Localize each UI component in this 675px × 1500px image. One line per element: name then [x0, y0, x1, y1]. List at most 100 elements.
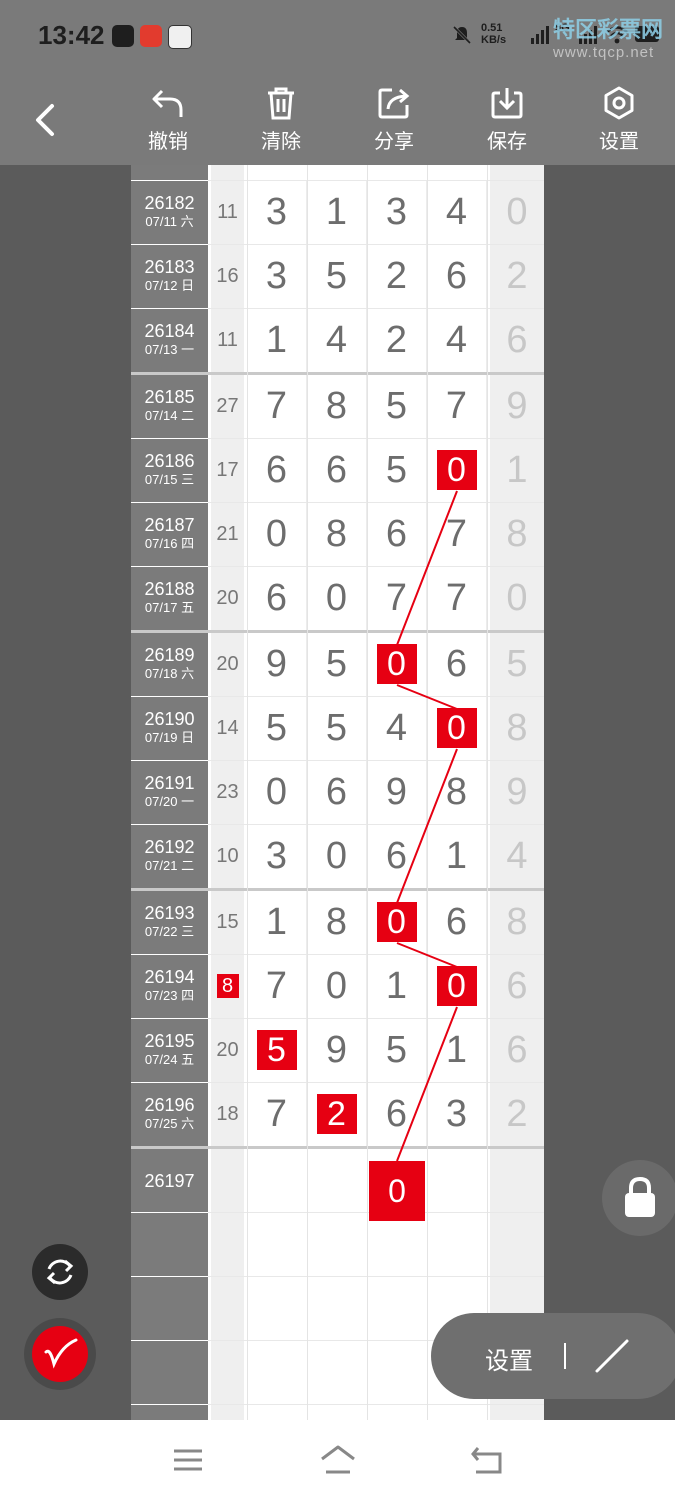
- digit-cell[interactable]: 2: [307, 1083, 367, 1146]
- table-row: 26182 07/11 六 11 3 1 3 4 0: [131, 181, 544, 245]
- digit-cell[interactable]: 2: [367, 245, 427, 308]
- digit-cell[interactable]: 6: [427, 245, 487, 308]
- digit-cell[interactable]: 6: [367, 1083, 427, 1146]
- digit-cell[interactable]: 0: [367, 891, 427, 954]
- period-cell: 26192 07/21 二: [131, 825, 208, 888]
- digit-cell[interactable]: 9: [367, 761, 427, 824]
- net-speed: 0.51 KB/s: [481, 22, 507, 46]
- digit-cell[interactable]: 5: [307, 697, 367, 760]
- digit-cell[interactable]: 5: [307, 245, 367, 308]
- digit-cell[interactable]: 6: [247, 439, 307, 502]
- digit-cell[interactable]: 0: [307, 825, 367, 888]
- digit-cell[interactable]: 3: [247, 245, 307, 308]
- digit-cell[interactable]: 7: [247, 375, 307, 438]
- digit-cell[interactable]: 0: [427, 439, 487, 502]
- mute-bell-icon: [452, 25, 472, 45]
- digit-value: 3: [385, 191, 408, 233]
- extra-cell: 4: [490, 825, 544, 888]
- chevron-left-icon[interactable]: [28, 100, 64, 140]
- period-cell: 26191 07/20 一: [131, 761, 208, 824]
- refresh-button[interactable]: [32, 1244, 88, 1300]
- left-margin: [0, 165, 131, 1420]
- pen-button[interactable]: [24, 1318, 96, 1390]
- digit-cell[interactable]: 8: [307, 375, 367, 438]
- digit-cell[interactable]: 6: [367, 503, 427, 566]
- digit-cell[interactable]: 5: [247, 1019, 307, 1082]
- digit-cell[interactable]: 4: [367, 697, 427, 760]
- line-tool-icon[interactable]: [593, 1337, 633, 1377]
- digit-value: 5: [385, 449, 408, 491]
- digit-cell[interactable]: 3: [367, 181, 427, 244]
- digit-cell[interactable]: 9: [247, 633, 307, 696]
- digit-value: 7: [385, 577, 408, 619]
- digit-cell[interactable]: 4: [427, 181, 487, 244]
- menu-icon[interactable]: [172, 1444, 204, 1476]
- digit-cell[interactable]: 1: [307, 181, 367, 244]
- row-divider: [208, 760, 544, 761]
- prediction-cell[interactable]: 0: [369, 1161, 425, 1221]
- digit-cell[interactable]: 5: [367, 439, 427, 502]
- drawing-settings-label[interactable]: 设置: [485, 1341, 533, 1376]
- digit-cell[interactable]: 0: [307, 567, 367, 630]
- digit-cell[interactable]: 2: [367, 309, 427, 372]
- digit-value: 4: [445, 319, 468, 361]
- row-divider: [208, 438, 544, 439]
- digit-cell[interactable]: 5: [307, 633, 367, 696]
- back-icon[interactable]: [470, 1444, 504, 1476]
- period-date: 07/24 五: [144, 1052, 195, 1067]
- digit-cell[interactable]: 7: [247, 1083, 307, 1146]
- status-bar: 13:42 0.51 KB/s 5G 特区彩票网 www.tqcp.net: [0, 0, 675, 75]
- digit-cell[interactable]: 1: [247, 309, 307, 372]
- clear-button[interactable]: 清除: [241, 85, 321, 154]
- digit-cell[interactable]: 6: [367, 825, 427, 888]
- digit-cell[interactable]: 8: [307, 503, 367, 566]
- digit-cell[interactable]: 7: [247, 955, 307, 1018]
- digit-cell[interactable]: 6: [307, 761, 367, 824]
- digit-cell[interactable]: 3: [427, 1083, 487, 1146]
- digit-value: 3: [265, 255, 288, 297]
- digit-cell[interactable]: 8: [427, 761, 487, 824]
- undo-button[interactable]: 撤销: [128, 85, 208, 154]
- table-row: 26191 07/20 一 23 0 6 9 8 9: [131, 761, 544, 825]
- digit-cell[interactable]: 0: [247, 503, 307, 566]
- save-button[interactable]: 保存: [467, 85, 547, 154]
- lock-button[interactable]: [602, 1160, 675, 1236]
- digit-cell[interactable]: 5: [367, 1019, 427, 1082]
- share-button[interactable]: 分享: [354, 85, 434, 154]
- digit-cell[interactable]: 5: [247, 697, 307, 760]
- digit-cell[interactable]: 5: [367, 375, 427, 438]
- digit-cell[interactable]: 1: [247, 891, 307, 954]
- pen-icon: [44, 1338, 78, 1369]
- digit-cell[interactable]: 0: [247, 761, 307, 824]
- digit-cell[interactable]: 0: [427, 955, 487, 1018]
- digit-cell[interactable]: 7: [367, 567, 427, 630]
- digit-cell[interactable]: 6: [247, 567, 307, 630]
- digit-cell[interactable]: 3: [247, 825, 307, 888]
- digit-value: 3: [445, 1093, 468, 1135]
- digit-cell[interactable]: 0: [367, 633, 427, 696]
- digit-cell[interactable]: 0: [427, 697, 487, 760]
- digit-cell[interactable]: 1: [427, 1019, 487, 1082]
- digit-cell[interactable]: 4: [307, 309, 367, 372]
- home-icon[interactable]: [320, 1444, 356, 1476]
- digit-cell[interactable]: 1: [427, 825, 487, 888]
- settings-button[interactable]: 设置: [579, 85, 659, 154]
- digit-cell[interactable]: 7: [427, 503, 487, 566]
- digit-cell[interactable]: 9: [307, 1019, 367, 1082]
- period-date: 07/13 一: [144, 342, 195, 357]
- digit-cell[interactable]: 6: [427, 891, 487, 954]
- table-row: 26192 07/21 二 10 3 0 6 1 4: [131, 825, 544, 889]
- digit-cell[interactable]: 6: [307, 439, 367, 502]
- table-row: 26189 07/18 六 20 9 5 0 6 5: [131, 633, 544, 697]
- digit-cell[interactable]: 3: [247, 181, 307, 244]
- digit-cell[interactable]: 8: [307, 891, 367, 954]
- table-row: 26190 07/19 日 14 5 5 4 0 8: [131, 697, 544, 761]
- digit-cell[interactable]: 6: [427, 633, 487, 696]
- digit-cell[interactable]: 7: [427, 375, 487, 438]
- trend-grid[interactable]: 26182 07/11 六 11 3 1 3 4 0 26183 07/12 日 16 3 5 2 6 2 26…: [131, 165, 544, 1420]
- digit-cell[interactable]: 4: [427, 309, 487, 372]
- digit-cell[interactable]: 0: [307, 955, 367, 1018]
- digit-cell[interactable]: 1: [367, 955, 427, 1018]
- digit-cell[interactable]: 7: [427, 567, 487, 630]
- empty-period-cell: [131, 1405, 208, 1420]
